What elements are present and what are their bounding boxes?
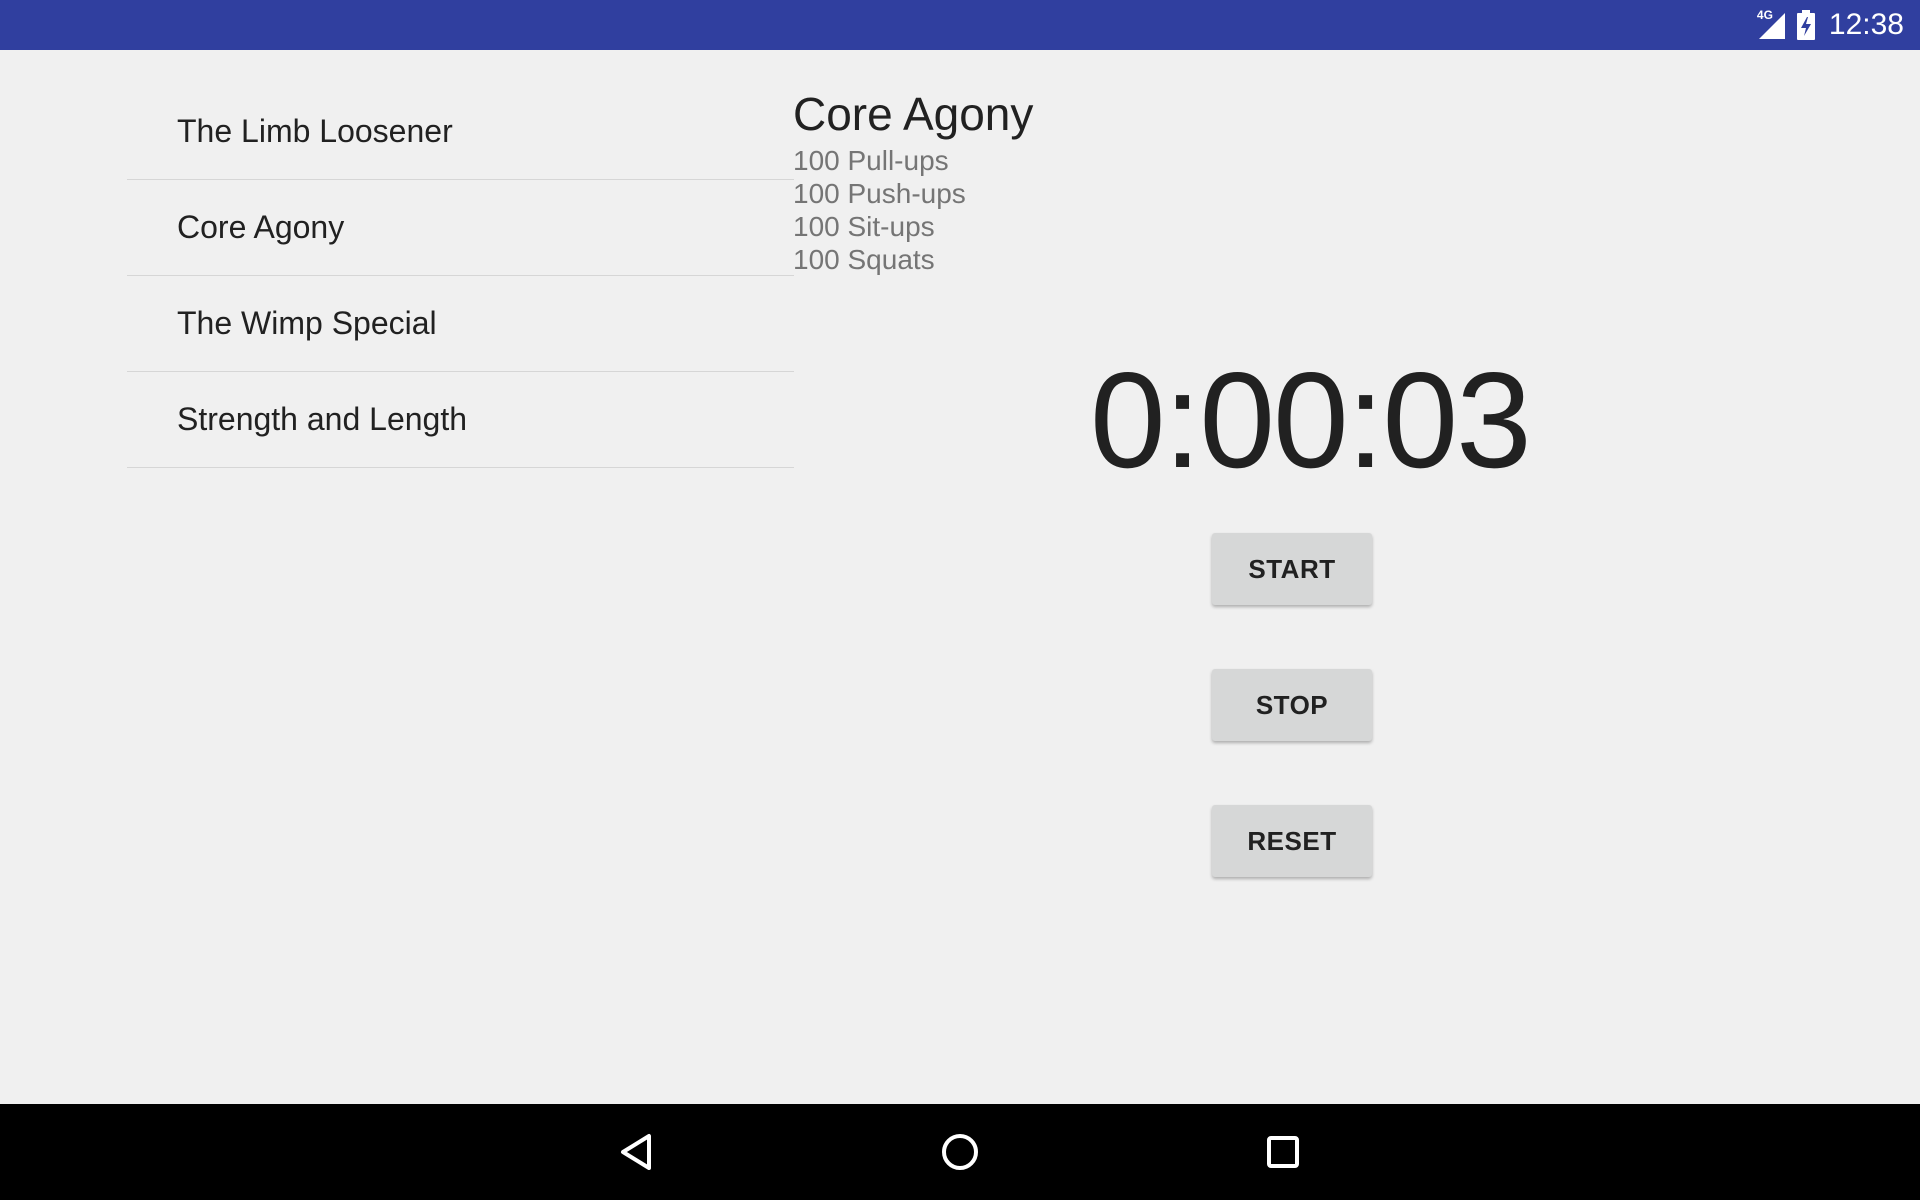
exercise-item: 100 Pull-ups — [793, 145, 949, 176]
status-clock: 12:38 — [1828, 8, 1904, 41]
signal-icon — [1758, 13, 1785, 39]
battery-charging-icon — [1796, 10, 1815, 40]
home-button[interactable] — [930, 1122, 990, 1182]
exercise-item: 100 Sit-ups — [793, 211, 935, 242]
navigation-bar — [0, 1104, 1920, 1200]
start-button[interactable]: START — [1212, 533, 1372, 605]
back-button[interactable] — [607, 1122, 667, 1182]
main-content: The Limb Loosener Core Agony The Wimp Sp… — [0, 50, 1920, 1104]
status-icons: 4G 12:38 — [1757, 0, 1904, 50]
reset-button[interactable]: RESET — [1212, 805, 1372, 877]
back-icon — [621, 1134, 651, 1170]
exercise-item: 100 Push-ups — [793, 178, 966, 209]
status-bar: 4G 12:38 — [0, 0, 1920, 50]
workout-item-strength-and-length[interactable]: Strength and Length — [127, 372, 794, 468]
workout-item-limb-loosener[interactable]: The Limb Loosener — [127, 84, 794, 180]
workout-item-wimp-special[interactable]: The Wimp Special — [127, 276, 794, 372]
recent-apps-button[interactable] — [1253, 1122, 1313, 1182]
workout-list: The Limb Loosener Core Agony The Wimp Sp… — [127, 84, 794, 468]
home-icon — [942, 1134, 978, 1170]
exercise-item: 100 Squats — [793, 244, 935, 275]
workout-title: Core Agony — [793, 88, 1034, 140]
stop-button[interactable]: STOP — [1212, 669, 1372, 741]
recent-apps-icon — [1267, 1136, 1299, 1168]
workout-detail: Core Agony 100 Pull-ups 100 Push-ups 100… — [793, 84, 1893, 276]
stopwatch-display: 0:00:03 — [1090, 344, 1532, 496]
workout-item-core-agony[interactable]: Core Agony — [127, 180, 794, 276]
exercise-list: 100 Pull-ups 100 Push-ups 100 Sit-ups 10… — [793, 144, 1893, 276]
network-indicator: 4G — [1757, 9, 1787, 41]
